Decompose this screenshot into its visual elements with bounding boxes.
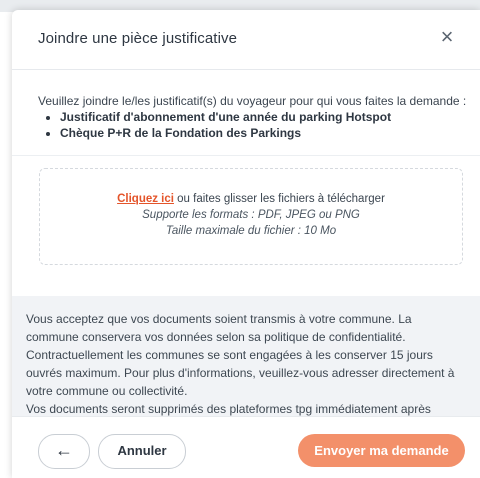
file-dropzone[interactable]: Cliquez ici ou faites glisser les fichie…	[39, 168, 463, 265]
back-button[interactable]: ←	[38, 434, 90, 469]
modal-footer: ← Annuler Envoyer ma demande	[12, 416, 480, 478]
browse-files-link[interactable]: Cliquez ici	[117, 193, 174, 205]
dropzone-instruction: Cliquez ici ou faites glisser les fichie…	[40, 193, 462, 205]
upload-document-modal: Joindre une pièce justificative × Veuill…	[12, 10, 480, 478]
required-docs-list: Justificatif d'abonnement d'une année du…	[38, 109, 468, 141]
cancel-button[interactable]: Annuler	[98, 434, 186, 469]
max-file-size: Taille maximale du fichier : 10 Mo	[165, 225, 337, 237]
supported-formats: Supporte les formats : PDF, JPEG ou PNG	[142, 209, 360, 221]
dropzone-text: ou faites glisser les fichiers à télécha…	[173, 193, 385, 205]
instructions: Veuillez joindre le/les justificatif(s) …	[38, 93, 468, 141]
close-icon[interactable]: ×	[434, 24, 460, 50]
instructions-text: Veuillez joindre le/les justificatif(s) …	[38, 94, 467, 108]
consent-text: Vous acceptez que vos documents soient t…	[26, 310, 466, 418]
divider	[12, 155, 480, 156]
modal-title: Joindre une pièce justificative	[38, 30, 238, 47]
required-doc-item: Chèque P+R de la Fondation des Parkings	[60, 125, 468, 141]
consent-paragraph-2: Vos documents seront supprimés des plate…	[26, 402, 431, 416]
consent-notice[interactable]: Vous acceptez que vos documents soient t…	[12, 296, 480, 416]
consent-paragraph: Vous acceptez que vos documents soient t…	[26, 312, 455, 398]
submit-request-button[interactable]: Envoyer ma demande	[298, 434, 465, 467]
modal-header: Joindre une pièce justificative ×	[12, 10, 480, 70]
required-doc-item: Justificatif d'abonnement d'une année du…	[60, 109, 468, 125]
arrow-left-icon: ←	[55, 440, 73, 460]
